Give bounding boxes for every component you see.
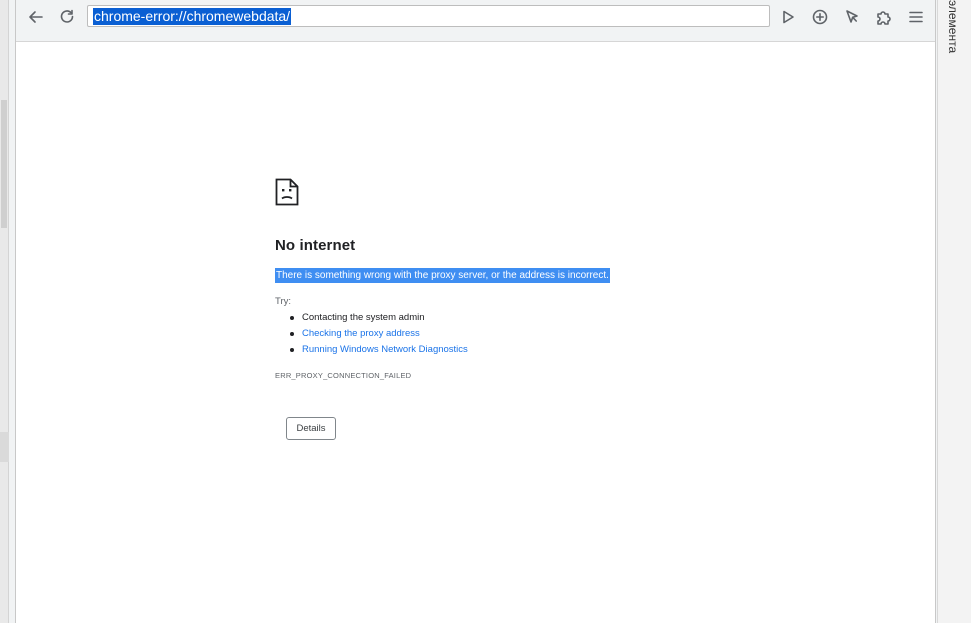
cursor-icon — [846, 10, 858, 23]
reload-button[interactable] — [55, 5, 79, 29]
back-button[interactable] — [24, 5, 48, 29]
suggestion-contact-admin: Contacting the system admin — [290, 310, 468, 326]
devtools-side-panel: элемента — [937, 0, 971, 623]
error-page: No internet There is something wrong wit… — [16, 42, 935, 623]
extensions-button[interactable] — [872, 5, 896, 29]
left-scroll-strip — [0, 0, 9, 623]
side-block — [0, 432, 9, 462]
side-panel-label[interactable]: элемента — [946, 0, 960, 53]
arrow-left-icon — [29, 11, 43, 23]
add-button[interactable] — [808, 5, 832, 29]
error-code: ERR_PROXY_CONNECTION_FAILED — [275, 371, 412, 380]
browser-window: chrome-error://chromewebdata/ No interne… — [15, 0, 936, 623]
network-diagnostics-link[interactable]: Running Windows Network Diagnostics — [302, 344, 468, 355]
scrollbar-thumb[interactable] — [1, 100, 7, 228]
suggestions-list: Contacting the system admin Checking the… — [290, 310, 468, 358]
browser-toolbar: chrome-error://chromewebdata/ — [16, 0, 935, 42]
plus-circle-icon — [812, 9, 828, 25]
check-proxy-link[interactable]: Checking the proxy address — [302, 328, 420, 339]
error-title: No internet — [275, 237, 356, 254]
error-message: There is something wrong with the proxy … — [275, 268, 610, 283]
menu-button[interactable] — [904, 5, 928, 29]
play-icon — [783, 10, 794, 24]
sad-page-icon — [275, 178, 299, 206]
details-button[interactable]: Details — [286, 417, 336, 440]
inspect-cursor-button[interactable] — [840, 5, 864, 29]
try-label: Try: — [275, 296, 292, 307]
puzzle-icon — [877, 11, 891, 25]
suggestion-check-proxy[interactable]: Checking the proxy address — [290, 326, 468, 342]
suggestion-network-diagnostics[interactable]: Running Windows Network Diagnostics — [290, 342, 468, 358]
reload-icon — [60, 9, 74, 23]
hamburger-menu-icon — [909, 11, 923, 23]
address-text: chrome-error://chromewebdata/ — [93, 7, 292, 25]
play-button[interactable] — [776, 5, 800, 29]
address-bar[interactable]: chrome-error://chromewebdata/ — [87, 5, 770, 27]
